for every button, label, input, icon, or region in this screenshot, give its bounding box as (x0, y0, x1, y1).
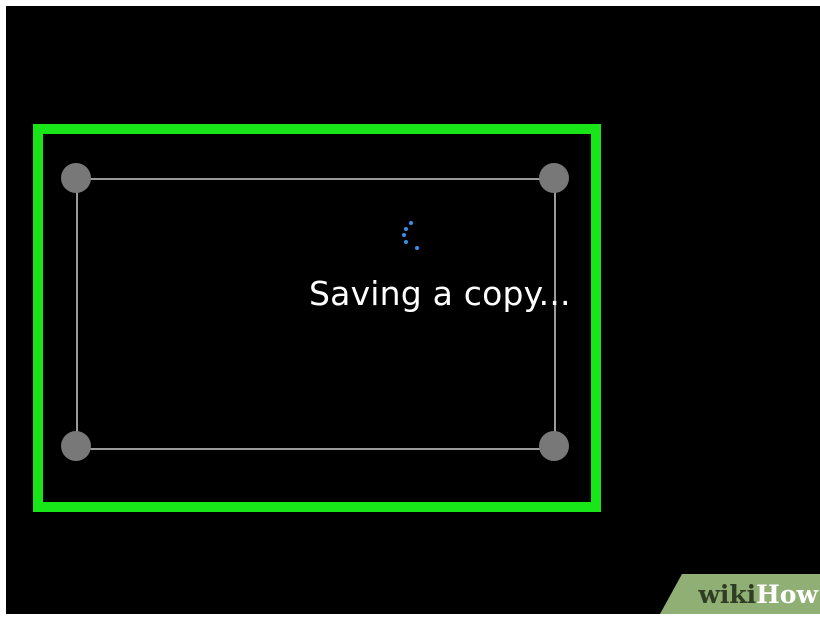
crop-handle-top-right[interactable] (539, 163, 569, 193)
loading-spinner-icon (394, 218, 422, 254)
spinner-dot (404, 240, 408, 244)
watermark-text: wikiHow (698, 580, 818, 609)
screen: Saving a copy... wikiHow (6, 6, 820, 614)
crop-handle-bottom-right[interactable] (539, 431, 569, 461)
crop-handle-bottom-left[interactable] (61, 431, 91, 461)
saving-status-text: Saving a copy... (309, 274, 571, 313)
watermark-wiki: wiki (698, 580, 757, 609)
crop-handle-top-left[interactable] (61, 163, 91, 193)
spinner-dot (404, 227, 408, 231)
crop-frame[interactable] (76, 178, 556, 450)
spinner-dot (409, 221, 413, 225)
watermark-badge: wikiHow (660, 574, 820, 614)
watermark-how: How (756, 580, 818, 609)
spinner-dot (402, 233, 406, 237)
spinner-dot (415, 246, 419, 250)
